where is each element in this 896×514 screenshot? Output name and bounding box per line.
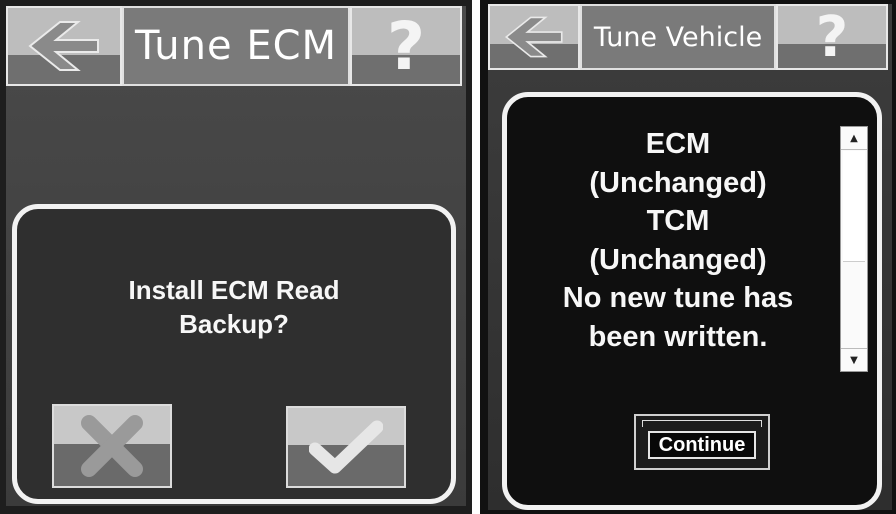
confirm-button[interactable] bbox=[286, 406, 406, 488]
cancel-button[interactable] bbox=[52, 404, 172, 488]
message-line: ECM bbox=[645, 128, 711, 160]
question-mark-icon: ? bbox=[815, 4, 849, 70]
message-line: TCM bbox=[646, 205, 710, 237]
tune-vehicle-screen: Tune Vehicle ? ECM (Unchanged) TCM (Unch… bbox=[488, 4, 892, 510]
header-bar: Tune ECM ? bbox=[6, 6, 466, 86]
scrollbar-thumb[interactable] bbox=[843, 151, 865, 262]
status-message: ECM (Unchanged) TCM (Unchanged) No new t… bbox=[547, 125, 809, 356]
message-line: (Unchanged) bbox=[589, 243, 767, 276]
message-scrollbar[interactable]: ▲ ▼ bbox=[840, 126, 868, 372]
right-device-photo: Tune Vehicle ? ECM (Unchanged) TCM (Unch… bbox=[480, 0, 896, 514]
back-arrow-icon bbox=[28, 21, 99, 71]
x-icon bbox=[81, 415, 143, 477]
back-button[interactable] bbox=[6, 6, 122, 86]
image-divider bbox=[472, 0, 480, 514]
back-arrow-icon bbox=[504, 16, 563, 58]
help-button[interactable]: ? bbox=[776, 4, 888, 70]
dialog-message: Install ECM Read Backup? bbox=[128, 275, 340, 339]
question-mark-icon: ? bbox=[386, 7, 426, 85]
scroll-down-icon[interactable]: ▼ bbox=[841, 348, 867, 371]
continue-button[interactable]: Continue bbox=[634, 414, 770, 470]
checkmark-icon bbox=[309, 420, 383, 474]
scroll-up-icon[interactable]: ▲ bbox=[841, 127, 867, 150]
message-line: (Unchanged) bbox=[589, 166, 767, 199]
page-title: Tune ECM bbox=[122, 6, 350, 86]
left-device-photo: Tune ECM ? Install ECM Read Backup? bbox=[0, 0, 472, 514]
help-button[interactable]: ? bbox=[350, 6, 462, 86]
tune-ecm-screen: Tune ECM ? Install ECM Read Backup? bbox=[6, 6, 466, 506]
continue-label: Continue bbox=[648, 431, 756, 459]
message-line: No new tune has bbox=[562, 282, 794, 314]
header-bar: Tune Vehicle ? bbox=[488, 4, 892, 70]
back-button[interactable] bbox=[488, 4, 580, 70]
message-line: been written. bbox=[588, 320, 768, 353]
page-title: Tune Vehicle bbox=[580, 4, 776, 70]
